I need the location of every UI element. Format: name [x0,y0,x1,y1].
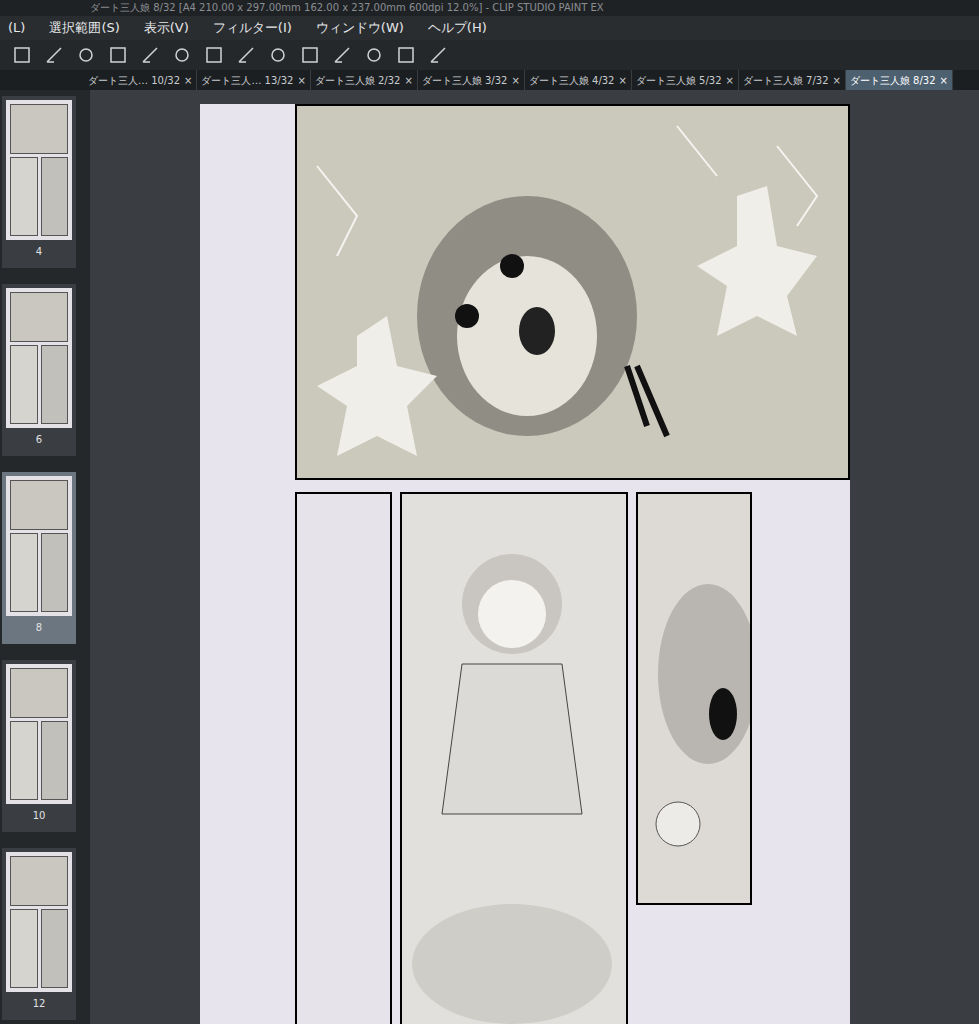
menu-item[interactable]: ヘルプ(H) [428,18,487,38]
tool-icon[interactable] [108,45,128,65]
manga-panel [400,492,628,1024]
menu-item[interactable]: 表示(V) [144,18,189,38]
tab-close-button[interactable]: × [511,73,519,88]
page-number: 8 [36,620,42,635]
tab-close-button[interactable]: × [618,73,626,88]
thumbnail-image [6,852,72,992]
page-thumbnail[interactable]: 6 [2,284,76,456]
thumbnail-image [6,476,72,616]
page-number: 6 [36,432,42,447]
tab-close-button[interactable]: × [833,73,841,88]
document-tab[interactable]: ダート三人… 10/32× [84,70,197,90]
menu-item[interactable]: ウィンドウ(W) [316,18,404,38]
tool-icon[interactable] [12,45,32,65]
manga-panel [295,492,392,1024]
page-number: 12 [33,996,46,1011]
document-tab[interactable]: ダート三人… 13/32× [197,70,310,90]
page-thumbnail[interactable]: 8 [2,472,76,644]
document-tab[interactable]: ダート三人娘 4/32× [525,70,632,90]
tool-icon[interactable] [236,45,256,65]
menu-item[interactable]: フィルター(I) [213,18,292,38]
tool-icon[interactable] [332,45,352,65]
character-drawing-icon [402,494,626,1024]
panel-column [295,104,850,1024]
tool-icon[interactable] [268,45,288,65]
menu-item[interactable]: 選択範囲(S) [49,18,119,38]
document-tab[interactable]: ダート三人娘 7/32× [739,70,846,90]
tab-close-button[interactable]: × [404,73,412,88]
tab-close-button[interactable]: × [726,73,734,88]
character-drawing-icon [638,494,750,903]
document-tab[interactable]: ダート三人娘 8/32× [846,70,953,90]
tool-icon[interactable] [76,45,96,65]
document-tab[interactable]: ダート三人娘 2/32× [311,70,418,90]
page-number: 4 [36,244,42,259]
menu-item[interactable]: (L) [8,18,25,38]
panel-row [295,492,850,1024]
tab-close-button[interactable]: × [297,73,305,88]
page-number: 10 [33,808,46,823]
thumbnail-image [6,100,72,240]
app-window: ダート三人娘 8/32 [A4 210.00 x 297.00mm 162.00… [0,0,979,1024]
tool-icon[interactable] [428,45,448,65]
manga-page [200,104,850,1024]
page-thumbnail[interactable]: 10 [2,660,76,832]
page-thumbnail[interactable]: 4 [2,96,76,268]
tool-icon[interactable] [44,45,64,65]
toolbar [0,40,979,70]
tool-icon[interactable] [204,45,224,65]
tool-icon[interactable] [140,45,160,65]
character-drawing-icon [297,106,848,478]
tab-close-button[interactable]: × [184,73,192,88]
tool-icon[interactable] [364,45,384,65]
manga-panel [295,104,850,480]
workspace: 4 6 8 10 12 [0,90,979,1024]
canvas-area [90,90,979,1024]
title-bar: ダート三人娘 8/32 [A4 210.00 x 297.00mm 162.00… [0,0,979,16]
tool-icon[interactable] [300,45,320,65]
tab-close-button[interactable]: × [940,73,948,88]
thumbnail-image [6,664,72,804]
manga-panel [636,492,752,905]
menu-bar: (L) 選択範囲(S) 表示(V) フィルター(I) ウィンドウ(W) ヘルプ(H) [0,16,979,40]
tool-icon[interactable] [396,45,416,65]
document-tab[interactable]: ダート三人娘 3/32× [418,70,525,90]
page-panel: 4 6 8 10 12 [0,90,90,1024]
document-tab[interactable]: ダート三人娘 5/32× [632,70,739,90]
page-thumbnail[interactable]: 12 [2,848,76,1020]
thumbnail-image [6,288,72,428]
tab-bar: ダート三人… 10/32×ダート三人… 13/32×ダート三人娘 2/32×ダー… [0,70,979,90]
tool-icon[interactable] [172,45,192,65]
page-margin [200,104,295,1024]
